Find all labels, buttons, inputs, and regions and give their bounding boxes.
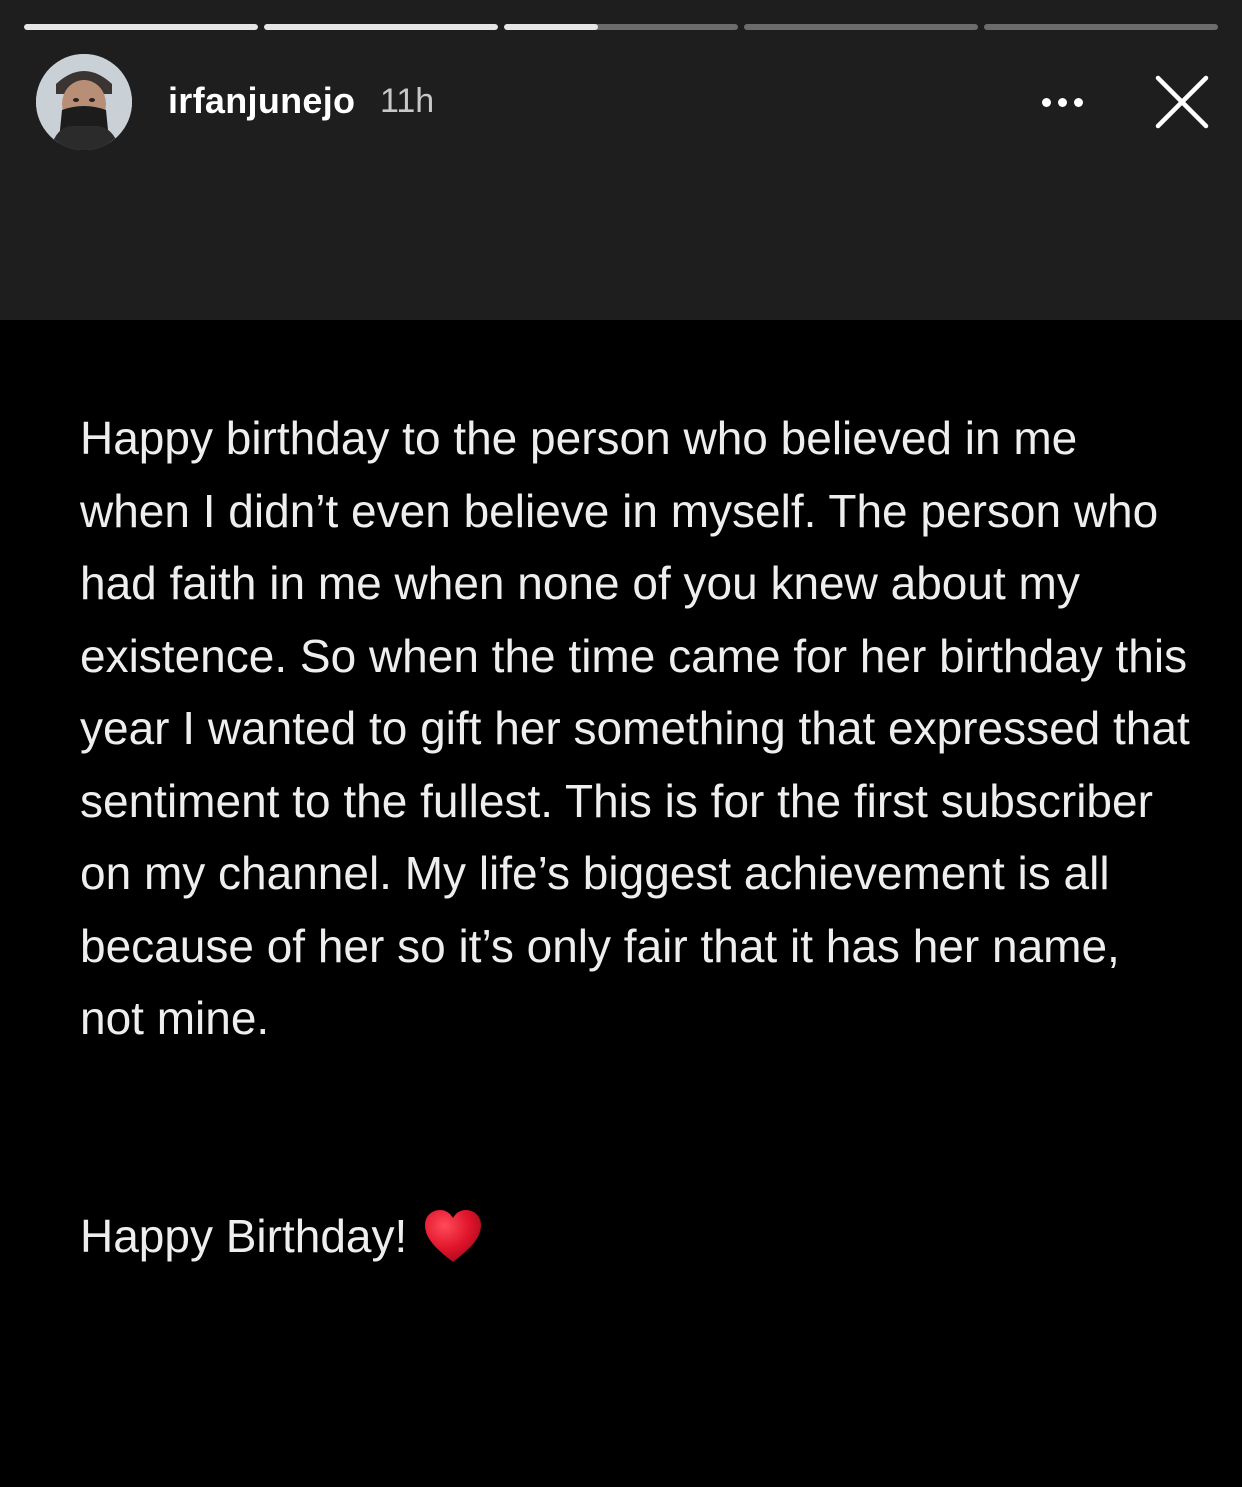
- progress-segment-fill: [24, 24, 258, 30]
- story-timestamp: 11h: [380, 82, 435, 120]
- story-header: irfanjunejo 11h: [0, 0, 1242, 320]
- closing-text: Happy Birthday!: [80, 1210, 408, 1262]
- more-horizontal-icon-dot: [1073, 97, 1083, 107]
- profile-avatar[interactable]: [36, 54, 132, 150]
- red-heart-icon: [425, 1210, 482, 1262]
- progress-segment-fill: [264, 24, 498, 30]
- story-closing-line: Happy Birthday!: [80, 1200, 483, 1272]
- more-horizontal-icon-dot: [1057, 97, 1067, 107]
- close-button[interactable]: [1150, 70, 1214, 134]
- story-content[interactable]: Happy birthday to the person who believe…: [0, 320, 1242, 1487]
- progress-segment: [984, 24, 1218, 30]
- username[interactable]: irfanjunejo: [168, 80, 355, 122]
- progress-segment: [744, 24, 978, 30]
- story-message: Happy birthday to the person who believe…: [80, 412, 1190, 1044]
- more-horizontal-icon: [1041, 97, 1051, 107]
- progress-segment: [24, 24, 258, 30]
- progress-segment: [504, 24, 738, 30]
- avatar-image: [36, 54, 132, 150]
- progress-segment: [264, 24, 498, 30]
- story-progress-bar: [24, 24, 1218, 30]
- progress-segment-fill: [504, 24, 598, 30]
- close-icon: [1155, 75, 1209, 129]
- more-options-button[interactable]: [1030, 82, 1094, 122]
